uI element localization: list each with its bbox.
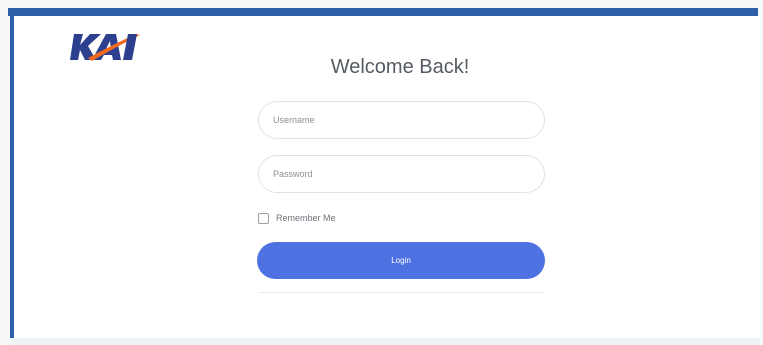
login-button[interactable]: Login	[257, 242, 545, 279]
kai-logo	[70, 34, 140, 61]
page-title: Welcome Back!	[330, 56, 470, 78]
remember-me[interactable]: Remember Me	[258, 211, 336, 225]
divider	[258, 292, 544, 293]
remember-me-label: Remember Me	[276, 213, 336, 223]
remember-me-checkbox[interactable]	[258, 212, 269, 224]
password-input[interactable]	[258, 155, 545, 193]
username-input[interactable]	[258, 101, 545, 139]
header-bar	[8, 8, 758, 16]
footer-strip	[10, 338, 760, 345]
